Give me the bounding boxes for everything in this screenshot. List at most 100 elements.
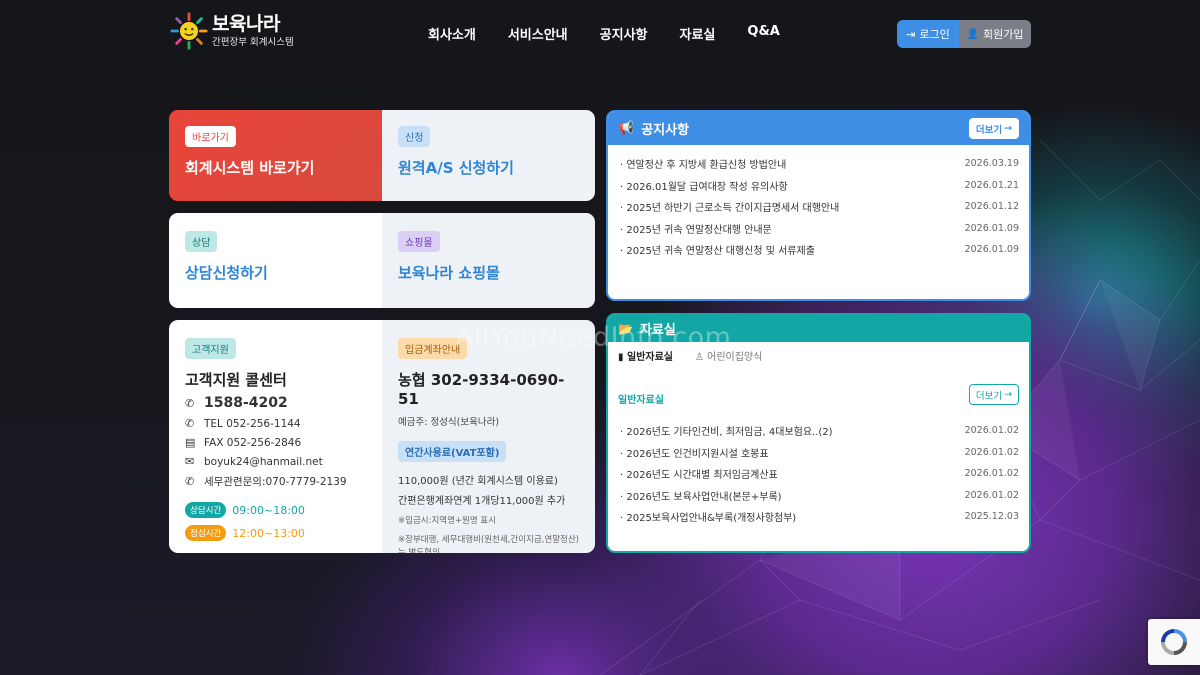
notice-item-date: 2026.01.21 (964, 179, 1019, 191)
fee-badge: 연간사용료(VAT포함) (398, 441, 507, 462)
nav-company[interactable]: 회사소개 (428, 24, 476, 43)
phone-icon: ✆ (185, 417, 195, 430)
hours-time: 09:00~18:00 (232, 503, 305, 517)
archive-item-title: · 2026년도 인건비지원시설 호봉표 (620, 448, 769, 460)
archive-list: · 2026년도 기타인건비, 최저임금, 4대보험요..(2) 2026.01.… (608, 417, 1029, 528)
list-item[interactable]: · 2026년도 인건비지원시설 호봉표 2026.01.02 (620, 442, 1019, 464)
callcenter-section: 고객지원 고객지원 콜센터 ✆ 1588-4202 ✆ TEL 052-256-1… (169, 320, 382, 553)
quick-links-row2: 상담 상담신청하기 쇼핑몰 보육나라 쇼핑몰 (169, 213, 595, 308)
main-nav: 회사소개 서비스안내 공지사항 자료실 Q&A (428, 24, 812, 43)
nav-archive[interactable]: 자료실 (680, 24, 716, 43)
list-item[interactable]: · 2026년도 시간대별 최저임금계산표 2026.01.02 (620, 463, 1019, 485)
list-item[interactable]: · 2026년도 기타인건비, 최저임금, 4대보험요..(2) 2026.01.… (620, 420, 1019, 442)
tab-daycare-label: 어린이집양식 (707, 352, 763, 363)
deposit-note1: ※입금시:지역명+원명 표시 (398, 516, 497, 526)
consult-card[interactable]: 상담 상담신청하기 (169, 213, 382, 308)
shop-title: 보육나라 쇼핑몰 (398, 264, 500, 282)
arrow-right-icon: → (1004, 389, 1013, 400)
site-header: 보육나라 간편장부 회계시스템 회사소개 서비스안내 공지사항 자료실 Q&A … (0, 0, 1200, 66)
recaptcha-icon (1161, 629, 1187, 655)
support-card: 고객지원 고객지원 콜센터 ✆ 1588-4202 ✆ TEL 052-256-1… (169, 320, 595, 553)
brand-subtitle: 간편장부 회계시스템 (212, 36, 294, 48)
tab-general-label: 일반자료실 (627, 352, 673, 363)
list-item[interactable]: · 2025년 하반기 근로소득 간이지급명세서 대행안내 2026.01.12 (620, 196, 1019, 218)
notice-item-title: · 연말정산 후 지방세 환급신청 방법안내 (620, 160, 787, 172)
arrow-right-icon: → (1004, 123, 1013, 134)
nav-notice[interactable]: 공지사항 (600, 24, 648, 43)
support-badge: 고객지원 (185, 338, 236, 359)
list-item[interactable]: · 2026년도 보육사업안내(본문+부록) 2026.01.02 (620, 485, 1019, 507)
lunch-badge: 점심시간 (185, 525, 227, 541)
request-badge: 신청 (398, 126, 431, 147)
file-icon: ▮ (618, 352, 624, 363)
sun-logo-icon (170, 12, 208, 50)
recaptcha-badge[interactable] (1148, 619, 1200, 665)
archive-section-title: 일반자료실 (618, 395, 664, 406)
shortcut-title: 회계시스템 바로가기 (185, 159, 315, 177)
archive-item-date: 2026.01.02 (964, 489, 1019, 501)
list-item[interactable]: · 2025보육사업안내&부록(개정사항첨부) 2025.12.03 (620, 506, 1019, 528)
account-number: 농협 302-9334-0690-51 (398, 371, 565, 408)
archive-item-date: 2026.01.02 (964, 446, 1019, 458)
archive-item-title: · 2026년도 보육사업안내(본문+부록) (620, 491, 782, 503)
list-item[interactable]: · 2025년 귀속 연말정산 대행신청 및 서류제출 2026.01.09 (620, 239, 1019, 261)
archive-item-date: 2026.01.02 (964, 468, 1019, 480)
fax-number: FAX 052-256-2846 (204, 436, 302, 449)
site-logo[interactable]: 보육나라 간편장부 회계시스템 (170, 12, 294, 50)
archive-item-title: · 2026년도 기타인건비, 최저임금, 4대보험요..(2) (620, 427, 833, 439)
notice-list: · 연말정산 후 지방세 환급신청 방법안내 2026.03.19 · 2026.… (608, 145, 1029, 261)
archive-more-label: 더보기 (975, 390, 1003, 402)
notice-item-date: 2026.03.19 (964, 158, 1019, 170)
list-item[interactable]: · 2026.01월달 급여대장 작성 유의사항 2026.01.21 (620, 175, 1019, 197)
archive-more-button[interactable]: 더보기 → (969, 384, 1019, 405)
archive-item-date: 2026.01.02 (964, 425, 1019, 437)
notice-header: 📢 공지사항 더보기 → (608, 112, 1029, 145)
remote-as-card[interactable]: 신청 원격A/S 신청하기 (382, 110, 595, 201)
notice-item-date: 2026.01.09 (964, 222, 1019, 234)
notice-item-title: · 2026.01월달 급여대장 작성 유의사항 (620, 181, 788, 193)
brand-title: 보육나라 (212, 12, 280, 35)
megaphone-icon: 📢 (618, 121, 635, 136)
shop-badge: 쇼핑몰 (398, 231, 440, 252)
child-icon: ♙ (695, 352, 704, 363)
tel-number: TEL 052-256-1144 (204, 417, 301, 430)
archive-item-date: 2025.12.03 (964, 511, 1019, 523)
fax-icon: ▤ (185, 436, 196, 449)
notice-more-label: 더보기 (975, 124, 1003, 136)
shop-card[interactable]: 쇼핑몰 보육나라 쇼핑몰 (382, 213, 595, 308)
nav-services[interactable]: 서비스안내 (508, 24, 568, 43)
auth-buttons: ⇥ 로그인 👤 회원가입 (897, 20, 1031, 48)
signup-button[interactable]: 👤 회원가입 (959, 20, 1031, 48)
shortcut-badge: 바로가기 (185, 126, 236, 147)
accounting-shortcut-card[interactable]: 바로가기 회계시스템 바로가기 (169, 110, 382, 201)
email-address: boyuk24@hanmail.net (204, 455, 323, 468)
main-phone: 1588-4202 (204, 395, 288, 411)
request-title: 원격A/S 신청하기 (398, 159, 514, 177)
account-holder: 예금주: 정성식(보육나라) (398, 417, 500, 428)
list-item[interactable]: · 2025년 귀속 연말정산대행 안내문 2026.01.09 (620, 218, 1019, 240)
consult-badge: 상담 (185, 231, 218, 252)
login-button[interactable]: ⇥ 로그인 (897, 20, 959, 48)
notice-item-date: 2026.01.12 (964, 201, 1019, 213)
login-label: 로그인 (919, 28, 950, 41)
hours-badge: 상담시간 (185, 502, 227, 518)
fee-line1: 110,000원 (년간 회계시스템 이용료) (398, 476, 558, 487)
archive-section-bar: 일반자료실 더보기 → (608, 381, 1029, 417)
notice-more-button[interactable]: 더보기 → (969, 118, 1019, 139)
nav-qna[interactable]: Q&A (747, 24, 779, 43)
notice-item-title: · 2025년 귀속 연말정산 대행신청 및 서류제출 (620, 246, 815, 258)
archive-item-title: · 2025보육사업안내&부록(개정사항첨부) (620, 513, 797, 525)
user-plus-icon: 👤 (966, 28, 979, 40)
lunch-time: 12:00~13:00 (232, 526, 305, 540)
deposit-section: 입금계좌안내 농협 302-9334-0690-51 예금주: 정성식(보육나라… (382, 320, 595, 553)
phone-icon: ✆ (185, 396, 195, 410)
notice-item-date: 2026.01.09 (964, 244, 1019, 256)
deposit-note2: ※장부대행, 세무대행비(원천세,간이지급,연말정산)는 별도협의 (398, 535, 579, 553)
login-icon: ⇥ (906, 27, 916, 41)
notice-item-title: · 2025년 하반기 근로소득 간이지급명세서 대행안내 (620, 203, 840, 215)
list-item[interactable]: · 연말정산 후 지방세 환급신청 방법안내 2026.03.19 (620, 153, 1019, 175)
tax-contact: 세무관련문의:070-7779-2139 (204, 476, 347, 488)
phone-icon: ✆ (185, 475, 195, 488)
watermark-text: AllYouNeedInfo.com (455, 322, 732, 353)
notice-panel: 📢 공지사항 더보기 → · 연말정산 후 지방세 환급신청 방법안내 2026.… (606, 110, 1031, 301)
